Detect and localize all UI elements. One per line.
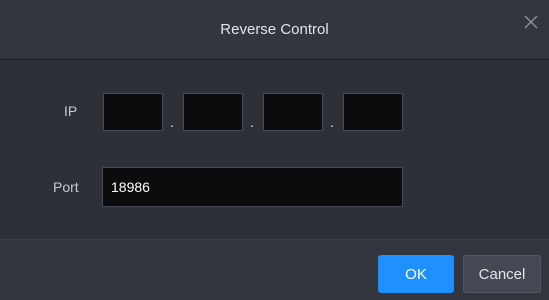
dialog-title: Reverse Control [220, 21, 329, 38]
ip-separator: . [250, 114, 254, 130]
cancel-button[interactable]: Cancel [463, 255, 541, 293]
port-label: Port [53, 179, 79, 195]
ip-octet-4-input[interactable] [343, 93, 403, 131]
dialog-footer: OK Cancel [0, 239, 549, 300]
ip-octet-2-input[interactable] [183, 93, 243, 131]
ip-octet-3-input[interactable] [263, 93, 323, 131]
ok-button[interactable]: OK [378, 255, 454, 293]
ip-separator: . [330, 114, 334, 130]
reverse-control-dialog: Reverse Control IP . . . Port OK Cancel [0, 0, 549, 300]
dialog-titlebar: Reverse Control [0, 0, 549, 60]
ip-separator: . [170, 114, 174, 130]
dialog-body: IP . . . Port [0, 60, 549, 239]
close-button[interactable] [521, 12, 541, 32]
port-input[interactable] [102, 167, 403, 207]
ip-label: IP [64, 103, 78, 119]
close-icon [521, 12, 541, 32]
ip-octet-1-input[interactable] [103, 93, 163, 131]
